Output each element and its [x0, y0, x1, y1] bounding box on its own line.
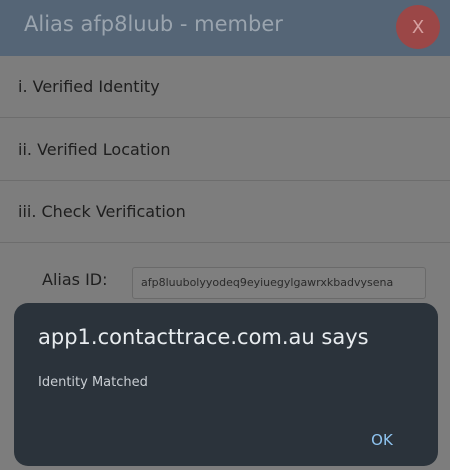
page: Alias afp8luub - member X i. Verified Id… [0, 0, 450, 470]
check-verification-label: iii. Check Verification [18, 202, 186, 221]
alert-dialog: app1.contacttrace.com.au says Identity M… [14, 303, 438, 466]
close-button[interactable]: X [396, 5, 440, 49]
page-title: Alias afp8luub - member [24, 12, 283, 36]
alias-id-label: Alias ID: [42, 270, 108, 289]
verified-identity-label: i. Verified Identity [18, 77, 160, 96]
verified-identity-row[interactable]: i. Verified Identity [0, 56, 450, 118]
header-bar: Alias afp8luub - member X [0, 0, 450, 56]
check-verification-row[interactable]: iii. Check Verification [0, 181, 450, 243]
verified-location-label: ii. Verified Location [18, 140, 171, 159]
ok-button[interactable]: OK [359, 427, 405, 453]
verified-location-row[interactable]: ii. Verified Location [0, 119, 450, 181]
alias-id-field[interactable]: afp8luubolyyodeq9eyiuegylgawrxkbadvysena [132, 267, 426, 299]
dialog-message: Identity Matched [38, 375, 148, 390]
dialog-title: app1.contacttrace.com.au says [38, 325, 369, 349]
